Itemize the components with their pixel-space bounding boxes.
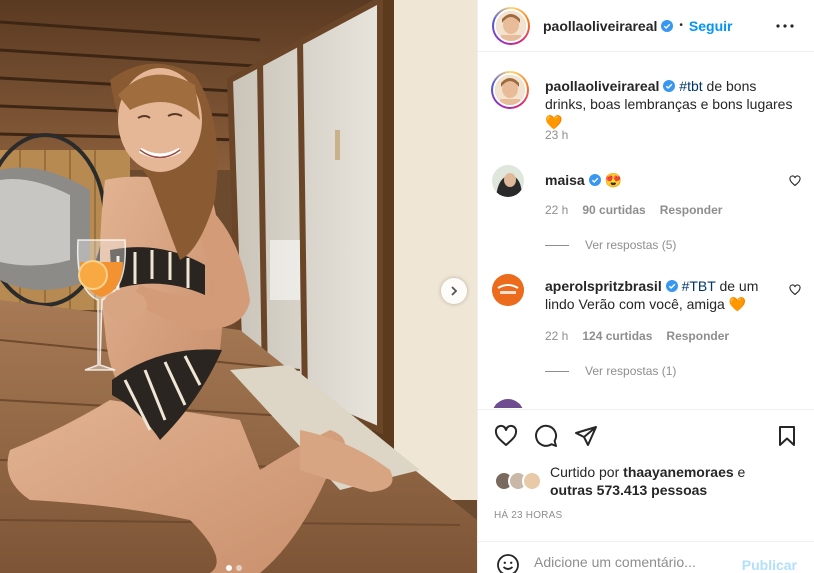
verified-badge-icon [661, 19, 674, 32]
likes-prefix: Curtido por [550, 464, 624, 480]
caption-text: paollaoliveirareal #tbt de bons drinks, … [545, 77, 801, 131]
caption-username[interactable]: paollaoliveirareal [545, 78, 659, 94]
carousel-dot [236, 565, 242, 571]
comment-input[interactable] [534, 554, 734, 570]
replies-divider [545, 370, 569, 372]
comment-text: aperolspritzbrasil #TBT de um lindo Verã… [545, 277, 781, 313]
carousel-dot [226, 565, 232, 571]
comment-body: 😍 [604, 172, 623, 188]
liker-avatar [522, 471, 542, 491]
caption-time: 23 h [545, 128, 569, 142]
commenter-avatar[interactable] [492, 399, 524, 408]
likes-text: Curtido por thaayanemoraes e outras 573.… [550, 463, 745, 499]
likes-count-link[interactable]: outras 573.413 pessoas [550, 482, 707, 498]
verified-badge-icon [588, 174, 601, 186]
verified-badge-icon [663, 80, 676, 92]
carousel-indicator [226, 565, 242, 571]
post-timestamp[interactable]: HÁ 23 HORAS [494, 510, 562, 521]
post-image [0, 0, 477, 573]
likes-connector: e [733, 464, 746, 480]
heart-icon[interactable] [494, 424, 518, 448]
comment-time[interactable]: 22 h [545, 203, 568, 217]
publish-button[interactable]: Publicar [742, 557, 797, 573]
liker-username[interactable]: thaayanemoraes [623, 464, 734, 480]
comment-like-icon[interactable] [789, 175, 801, 187]
comment-likes-count[interactable]: 90 curtidas [582, 203, 645, 217]
avatar-image [492, 165, 524, 197]
orange-heart-emoji: 🧡 [728, 296, 747, 312]
avatar-image [496, 10, 526, 41]
comment-time[interactable]: 22 h [545, 329, 568, 343]
commenter-avatar[interactable] [492, 165, 524, 197]
comment-like-icon[interactable] [789, 284, 801, 296]
comment-meta: 22 h 124 curtidas Responder [545, 329, 729, 343]
comment-composer: Publicar [478, 541, 814, 573]
emoji-icon[interactable] [496, 553, 520, 573]
chevron-right-icon [451, 286, 458, 296]
comments-list[interactable]: paollaoliveirareal #tbt de bons drinks, … [478, 53, 814, 408]
author-avatar[interactable] [491, 71, 529, 109]
comment-icon[interactable] [534, 424, 558, 448]
caption-meta: 23 h [545, 128, 568, 142]
verified-badge-icon [665, 280, 678, 292]
hashtag-link[interactable]: #tbt [679, 78, 702, 94]
reply-button[interactable]: Responder [666, 329, 729, 343]
more-options-icon[interactable] [773, 14, 797, 38]
commenter-avatar[interactable] [492, 274, 524, 306]
view-replies-label: Ver respostas (1) [585, 364, 677, 378]
avatar-image [492, 274, 524, 306]
post-header: paollaoliveirareal • Seguir [478, 0, 814, 52]
post-photo[interactable] [0, 0, 477, 573]
comment-username[interactable]: maisa [545, 172, 585, 188]
comment-text: maisa 😍 [545, 171, 781, 189]
action-bar [478, 409, 814, 465]
post-side-panel: paollaoliveirareal • Seguir paollaolivei… [477, 0, 814, 573]
avatar-image [495, 75, 525, 105]
author-username[interactable]: paollaoliveirareal [543, 18, 657, 34]
author-avatar[interactable] [492, 6, 530, 45]
view-replies-button[interactable]: Ver respostas (1) [545, 364, 676, 378]
replies-divider [545, 244, 569, 246]
view-replies-label: Ver respostas (5) [585, 238, 677, 252]
next-photo-button[interactable] [441, 278, 467, 304]
comment-username[interactable]: aperolspritzbrasil [545, 278, 662, 294]
likes-summary[interactable]: Curtido por thaayanemoraes e outras 573.… [494, 463, 745, 499]
hashtag-link[interactable]: #TBT [682, 278, 716, 294]
comment-meta: 22 h 90 curtidas Responder [545, 203, 722, 217]
reply-button[interactable]: Responder [660, 203, 723, 217]
bookmark-icon[interactable] [775, 424, 799, 448]
comment-likes-count[interactable]: 124 curtidas [582, 329, 652, 343]
header-separator: • [679, 20, 683, 31]
share-icon[interactable] [574, 424, 598, 448]
follow-button[interactable]: Seguir [689, 18, 733, 34]
view-replies-button[interactable]: Ver respostas (5) [545, 238, 676, 252]
